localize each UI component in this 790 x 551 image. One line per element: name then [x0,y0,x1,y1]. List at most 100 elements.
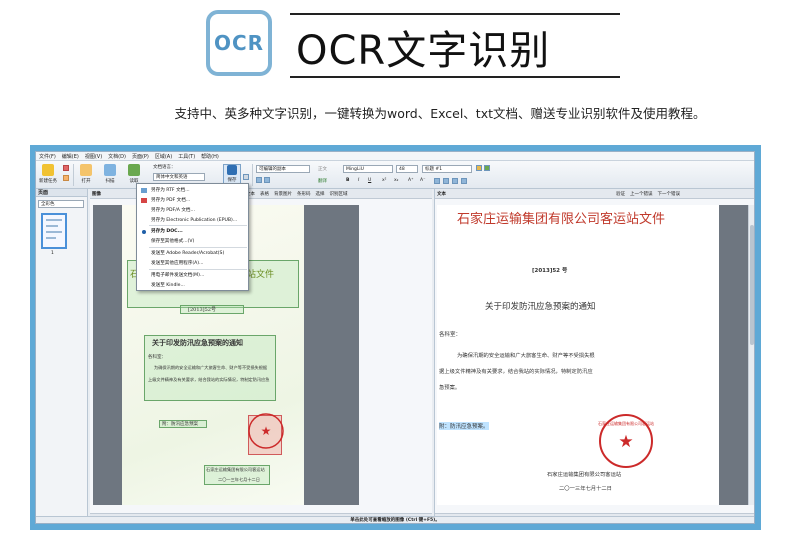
select-button[interactable]: 选择 [316,191,325,197]
shrink-font-icon[interactable]: A⁻ [420,178,425,183]
open-button[interactable]: 打开 [80,164,92,184]
justify-icon[interactable] [461,178,467,184]
barcode-button[interactable]: 条形码 [297,191,311,197]
menu-area[interactable]: 区域(A) [155,153,172,160]
scanner-icon [104,164,116,176]
menu-send-email[interactable]: 用电子邮件发送文档(M)... [151,272,204,278]
previous-error-button[interactable]: 上一个错误 [630,191,653,197]
open-label: 打开 [81,179,91,184]
text-date[interactable]: 二〇一三年七月十二日 [559,484,612,492]
text-canvas[interactable]: 石家庄运输集团有限公司客运站文件 [2013]52 号 关于印发防汛应急预案的通… [437,205,754,505]
menu-save-doc[interactable]: 另存为 DOC... [151,228,183,234]
pdf-icon [141,198,147,203]
align-right-icon[interactable] [452,178,458,184]
subscript-icon[interactable]: x₂ [394,178,398,183]
translate-button[interactable]: 翻译 [318,178,327,184]
menu-save-other-format[interactable]: 保存至其他格式...(V) [151,238,194,244]
banner-description: 支持中、英多种文字识别，一键转换为word、Excel、txt文档、赠送专业识别… [174,106,706,121]
task-folder-icon[interactable] [63,175,69,181]
text-body-2[interactable]: 据上级文件精神及有关要求，结合我站的实际情况，特制定防汛应 [439,367,593,375]
seal-image: ★ [248,413,284,449]
format-paint-icon[interactable] [476,165,482,171]
task-icon[interactable] [63,165,69,171]
menu-edit[interactable]: 编辑(E) [62,153,79,160]
menu-help[interactable]: 帮助(H) [201,153,219,160]
text-scrollbar[interactable] [748,205,754,505]
bold-icon[interactable]: B [346,178,349,183]
menu-send-adobe[interactable]: 发送至 Adobe Reader/Acrobat(S) [151,250,224,256]
new-task-button[interactable]: 新建任务 [39,164,57,184]
menu-tools[interactable]: 工具(T) [178,153,195,160]
table-area-button[interactable]: 表格 [260,191,269,197]
pages-panel: 页面 全彩色 1 [36,189,88,523]
doc-language-select[interactable]: 简体中文和英语 [153,173,205,181]
page-thumbnail[interactable] [41,213,67,249]
title-rule-bottom [290,76,620,78]
menu-view[interactable]: 视图(V) [85,153,102,160]
text-signature[interactable]: 石家庄运输集团有限公司客运站 [547,470,621,478]
image-date: 二〇一三年七月十二日 [218,477,260,482]
menu-separator [149,247,247,248]
scrollbar-thumb[interactable] [750,225,754,345]
read-button[interactable]: 读取 [128,164,140,184]
text-salutation[interactable]: 各科室： [439,330,461,338]
image-body-2: 上级文件精神及有关要求，结合我站的实际情况，特制定防汛应急 [148,377,270,382]
thumbnail-line [46,219,62,221]
image-body-1: 为确保汛期的安全运输和广大旅客生命、财产等不受损失根据 [154,365,268,370]
font-select[interactable]: MingLiU [343,165,393,173]
menu-file[interactable]: 文件(F) [39,153,56,160]
menu-save-pdfa[interactable]: 另存为 PDF/A 文档... [151,207,195,213]
style-select[interactable]: 正文 [318,166,327,172]
view-mode-alt-icon[interactable] [264,177,270,183]
menu-separator [149,225,247,226]
image-icon[interactable] [484,165,490,171]
seal-caption: 石家庄运输集团有限公司客运站 [598,420,654,426]
grow-font-icon[interactable]: A⁺ [408,178,413,183]
menu-send-kindle[interactable]: 发送至 Kindle... [151,282,185,288]
save-dropdown-icon[interactable] [243,174,249,180]
thumbnail-line [46,225,58,227]
validate-button[interactable]: 验证 [616,191,625,197]
align-left-icon[interactable] [434,178,440,184]
save-format-menu: 另存为 RTF 文档... 另存为 PDF 文档... 另存为 PDF/A 文档… [136,183,249,291]
ocr-app-window: 文件(F) 编辑(E) 视图(V) 文档(D) 页面(P) 区域(A) 工具(T… [35,151,755,524]
view-mode-icon[interactable] [256,177,262,183]
new-task-icon [42,164,54,176]
next-error-button[interactable]: 下一个错误 [658,191,681,197]
menu-send-other-app[interactable]: 发送至其他应用程序(A)... [151,260,203,266]
scan-button[interactable]: 扫描 [104,164,116,184]
italic-icon[interactable]: I [358,178,359,183]
text-toolbar: 文本 验证 上一个错误 下一个错误 [435,189,754,199]
word-icon [227,165,237,175]
heading-style-select[interactable]: 标题 #1 [422,165,472,173]
banner-title: OCR文字识别 [296,28,551,74]
editable-copy-select[interactable]: 可编辑的副本 [256,165,310,173]
menu-separator [149,269,247,270]
toolbar-separator [252,164,253,186]
text-doc-number[interactable]: [2013]52 号 [532,266,567,274]
superscript-icon[interactable]: x² [382,178,386,183]
menu-save-rtf[interactable]: 另存为 RTF 文档... [151,187,190,193]
text-panel: 文本 验证 上一个错误 下一个错误 石家庄运输集团有限公司客运站文件 [2013… [434,189,754,523]
menu-save-pdf[interactable]: 另存为 PDF 文档... [151,197,190,203]
text-panel-title: 文本 [437,191,446,197]
menu-page[interactable]: 页面(P) [132,153,149,160]
ocr-badge-text: OCR [213,31,265,55]
text-notice-title[interactable]: 关于印发防汛应急预案的通知 [485,300,596,312]
folder-open-icon [80,164,92,176]
text-body-3[interactable]: 急预案。 [439,383,460,391]
seal-image: ★ 石家庄运输集团有限公司客运站 [598,414,654,468]
text-body-1[interactable]: 为确保汛期的安全运输和广大旅客生命、财产等不受损失根 [457,351,595,359]
recognition-area-button[interactable]: 识别区域 [330,191,348,197]
background-picture-button[interactable]: 背景图片 [274,191,292,197]
text-attachment[interactable]: 附：防汛应急预案。 [439,422,489,430]
color-filter-select[interactable]: 全彩色 [38,200,84,208]
menu-save-epub[interactable]: 另存为 Electronic Publication (EPUB)... [151,217,237,223]
menu-document[interactable]: 文档(D) [108,153,126,160]
underline-icon[interactable]: U [368,178,371,183]
new-task-label: 新建任务 [39,179,57,184]
image-doc-number: [2013]52号 [188,307,216,313]
text-heading[interactable]: 石家庄运输集团有限公司客运站文件 [457,212,707,227]
align-center-icon[interactable] [443,178,449,184]
font-size-select[interactable]: 48 [396,165,418,173]
